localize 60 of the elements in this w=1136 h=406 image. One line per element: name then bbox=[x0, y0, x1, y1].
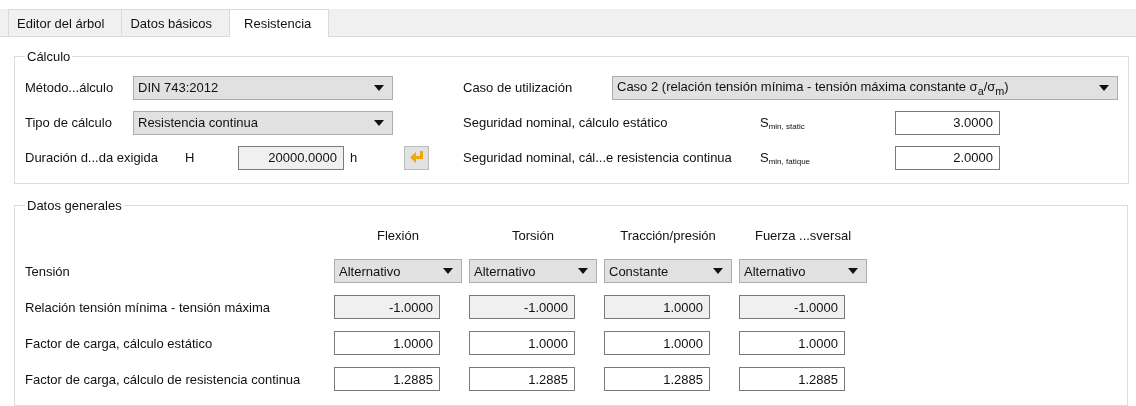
field-label: Seguridad nominal, cál...e resistencia continua bbox=[463, 150, 733, 165]
number-field[interactable]: 1.2885 bbox=[739, 367, 845, 391]
group-title: Datos generales bbox=[26, 198, 123, 213]
dropdown[interactable]: Resistencia continua bbox=[133, 110, 393, 135]
number-field[interactable]: 1.0000 bbox=[604, 295, 710, 319]
row-label: Relación tensión mínima - tensión máxima bbox=[25, 299, 271, 315]
tab[interactable]: Editor del árbol bbox=[8, 9, 123, 36]
dropdown[interactable]: Caso 2 (relación tensión mínima - tensión máxima constante σ$_{a}$/σ$_{m}$) bbox=[612, 75, 1118, 100]
number-field[interactable]: 1.0000 bbox=[739, 331, 845, 355]
column-header: Flexión bbox=[376, 227, 420, 243]
dropdown[interactable]: Constante bbox=[604, 259, 732, 283]
caret-icon bbox=[374, 84, 384, 91]
number-field[interactable]: 3.0000 bbox=[895, 110, 1000, 135]
number-field[interactable]: 1.0000 bbox=[469, 331, 575, 355]
dropdown[interactable]: Alternativo bbox=[739, 259, 867, 283]
number-field[interactable]: 1.0000 bbox=[334, 331, 440, 355]
caret-icon bbox=[1099, 84, 1109, 91]
dropdown-value: DIN 743:2012 bbox=[138, 80, 219, 95]
caret-icon bbox=[443, 268, 453, 274]
dropdown[interactable]: Alternativo bbox=[469, 259, 597, 283]
dropdown-value: Caso 2 (relación tensión mínima - tensión máxima constante σ$_{a}$/σ$_{m}$) bbox=[617, 78, 1009, 97]
return-arrow-icon bbox=[409, 151, 424, 164]
caret-icon bbox=[713, 268, 723, 274]
row-label: Tensión bbox=[25, 263, 71, 279]
caret-icon bbox=[578, 268, 588, 274]
caret-icon bbox=[848, 268, 858, 274]
number-field[interactable]: -1.0000 bbox=[469, 295, 575, 319]
number-field[interactable]: 1.0000 bbox=[604, 331, 710, 355]
number-field[interactable]: -1.0000 bbox=[334, 295, 440, 319]
dropdown-value: Alternativo bbox=[339, 263, 401, 279]
tab[interactable]: Resistencia bbox=[229, 9, 330, 37]
column-header: Fuerza ...sversal bbox=[753, 227, 853, 243]
number-field[interactable]: 1.2885 bbox=[334, 367, 440, 391]
field-label: Duración d...da exigida bbox=[25, 150, 159, 165]
number-field[interactable]: 1.2885 bbox=[604, 367, 710, 391]
number-field[interactable]: 2.0000 bbox=[895, 145, 1000, 170]
field-label: Tipo de cálculo bbox=[25, 115, 113, 130]
dropdown-value: Constante bbox=[609, 263, 669, 279]
number-field[interactable]: -1.0000 bbox=[739, 295, 845, 319]
unit-label: h bbox=[349, 150, 359, 165]
dropdown[interactable]: Alternativo bbox=[334, 259, 462, 283]
number-field[interactable]: 20000.0000 bbox=[238, 145, 344, 170]
symbol-label: S$_{min, fatique}$ bbox=[760, 149, 812, 166]
dropdown-value: Resistencia continua bbox=[138, 115, 258, 130]
field-label: Caso de utilización bbox=[463, 80, 574, 95]
dropdown-value: Alternativo bbox=[744, 263, 806, 279]
caret-icon bbox=[374, 119, 384, 126]
field-label: Método...álculo bbox=[25, 80, 115, 95]
column-header: Tracción/presión bbox=[619, 227, 717, 243]
column-header: Torsión bbox=[511, 227, 555, 243]
dropdown[interactable]: DIN 743:2012 bbox=[133, 75, 393, 100]
row-label: Factor de carga, cálculo estático bbox=[25, 335, 214, 351]
symbol-label: S$_{min, static}$ bbox=[760, 114, 806, 131]
enter-button[interactable] bbox=[404, 145, 429, 170]
symbol-label: H bbox=[185, 150, 196, 165]
group-title: Cálculo bbox=[26, 49, 72, 64]
field-label: Seguridad nominal, cálculo estático bbox=[463, 115, 669, 130]
row-label: Factor de carga, cálculo de resistencia continua bbox=[25, 371, 302, 387]
number-field[interactable]: 1.2885 bbox=[469, 367, 575, 391]
dropdown-value: Alternativo bbox=[474, 263, 536, 279]
